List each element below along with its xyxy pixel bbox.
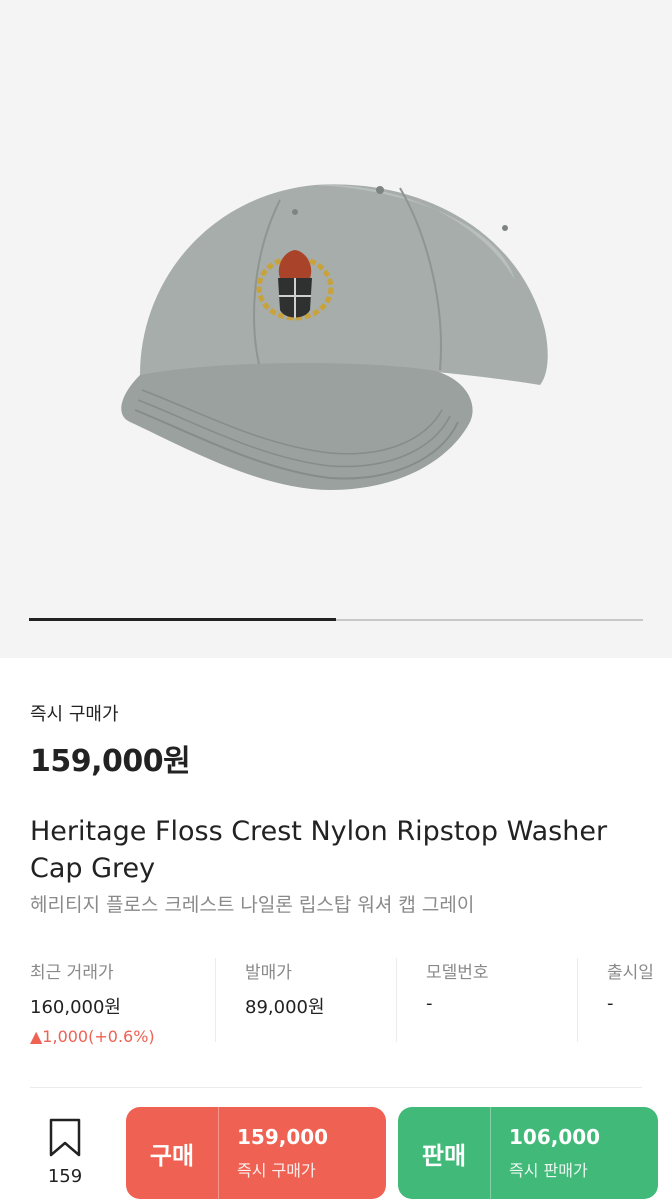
stat-label: 최근 거래가 [30, 963, 114, 983]
divider [215, 958, 216, 1042]
sell-amount: 106,000 [509, 1125, 601, 1149]
bookmark-count: 159 [47, 1166, 83, 1187]
product-stats: 최근 거래가 160,000원 ▲1,000(+0.6%) 발매가 89,000… [30, 958, 672, 1048]
divider [577, 958, 578, 1042]
bookmark-icon [49, 1118, 81, 1157]
price-value: 159,000원 [30, 744, 191, 779]
sell-button[interactable]: 판매 106,000 즉시 판매가 [398, 1107, 658, 1199]
stat-label: 출시일 [607, 963, 654, 983]
buy-sub-label: 즉시 구매가 [237, 1161, 316, 1180]
bookmark-button[interactable]: 159 [36, 1118, 94, 1187]
divider [396, 958, 397, 1042]
product-image-carousel[interactable] [0, 0, 672, 658]
stat-value: - [607, 993, 614, 1014]
buy-label: 구매 [149, 1141, 195, 1170]
cap-image [121, 184, 548, 490]
price-label: 즉시 구매가 [30, 704, 119, 725]
divider [490, 1107, 491, 1199]
stat-model-number: 모델번호 - [426, 958, 489, 1048]
divider [218, 1107, 219, 1199]
sell-label: 판매 [421, 1141, 467, 1170]
price-change: ▲1,000(+0.6%) [30, 1027, 155, 1046]
product-title-en: Heritage Floss Crest Nylon Ripstop Washe… [30, 816, 608, 884]
stat-label: 발매가 [245, 963, 292, 983]
bottom-action-bar: 159 구매 159,000 즉시 구매가 판매 106,000 즉시 판매가 [0, 1088, 672, 1200]
price-section: 즉시 구매가 159,000원 [30, 700, 642, 780]
sell-sub-label: 즉시 판매가 [509, 1161, 588, 1180]
stat-value: - [426, 993, 433, 1014]
buy-amount: 159,000 [237, 1125, 329, 1149]
stat-release-price: 발매가 89,000원 [245, 958, 325, 1048]
stat-label: 모델번호 [426, 963, 489, 983]
carousel-progress-fill [29, 618, 336, 621]
buy-button[interactable]: 구매 159,000 즉시 구매가 [126, 1107, 386, 1199]
stat-value: 89,000원 [245, 997, 325, 1018]
carousel-progress-bar [29, 618, 643, 621]
stat-release-date: 출시일 - [607, 958, 654, 1048]
stat-value: 160,000원 [30, 997, 121, 1018]
product-title-ko: 헤리티지 플로스 크레스트 나일론 립스탑 워셔 캡 그레이 [30, 894, 475, 916]
stat-recent-price: 최근 거래가 160,000원 ▲1,000(+0.6%) [30, 958, 155, 1048]
